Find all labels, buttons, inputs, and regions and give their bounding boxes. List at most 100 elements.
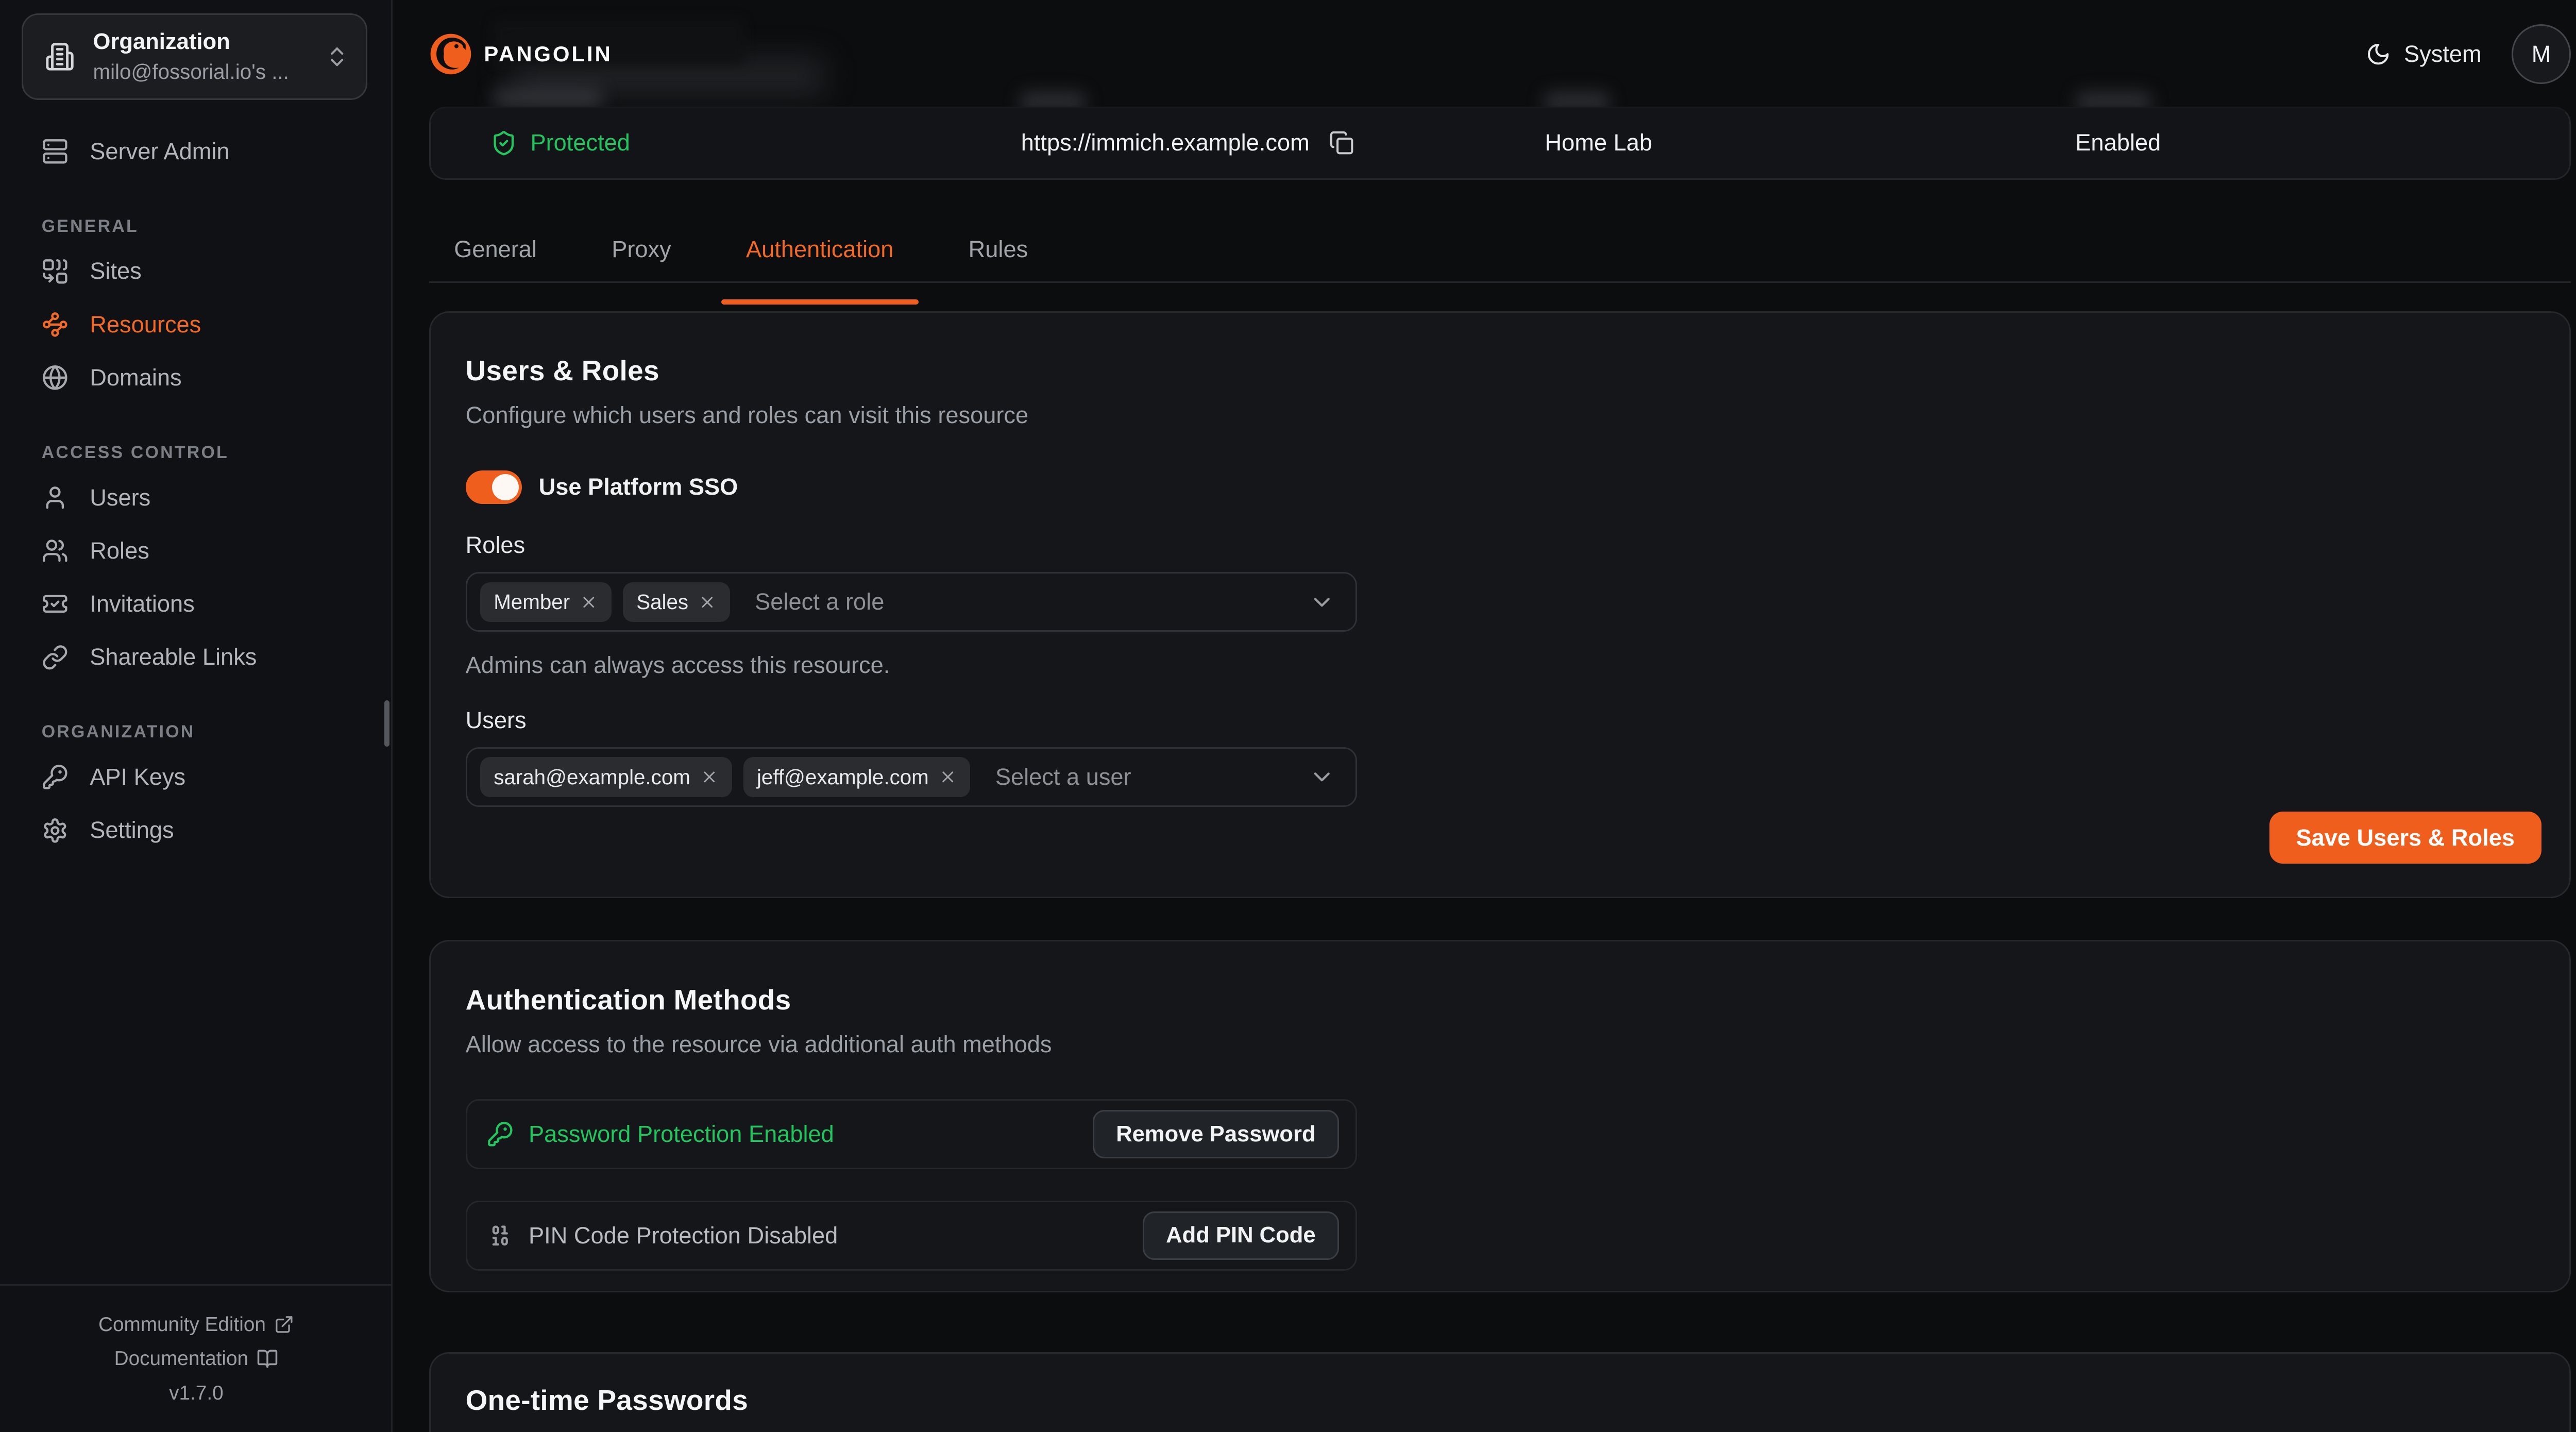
sidebar-item-label: Server Admin [90, 138, 229, 165]
topbar: PANGOLIN System M [393, 0, 2576, 108]
resource-status-card: Protected https://immich.example.com Hom… [429, 107, 2571, 180]
sidebar-item-api-keys[interactable]: API Keys [13, 752, 379, 802]
roles-placeholder: Select a role [755, 588, 884, 615]
sidebar-item-invitations[interactable]: Invitations [13, 579, 379, 629]
documentation-link[interactable]: Documentation [114, 1347, 279, 1370]
auth-method-status-text: PIN Code Protection Disabled [529, 1222, 838, 1249]
ticket-check-icon [42, 591, 69, 617]
resource-enabled-text: Enabled [2075, 129, 2161, 156]
sidebar-item-server-admin[interactable]: Server Admin [13, 126, 379, 176]
sidebar-item-settings[interactable]: Settings [13, 805, 379, 855]
auth-method-row: Password Protection Enabled Remove Passwo… [466, 1099, 1357, 1169]
role-chip-label: Sales [636, 590, 688, 614]
users-roles-title: Users & Roles [466, 354, 2535, 387]
auth-method-status: Password Protection Enabled [487, 1121, 834, 1148]
sidebar-section-heading: ACCESS CONTROL [0, 443, 393, 463]
user-chip: jeff@example.com [743, 757, 970, 797]
sidebar-item-shareable-links[interactable]: Shareable Links [13, 632, 379, 682]
waypoints-icon [42, 311, 69, 338]
sidebar-item-label: Resources [90, 311, 201, 338]
save-users-roles-button[interactable]: Save Users & Roles [2269, 812, 2541, 863]
sidebar-footer: Community Edition Documentation v1.7.0 [0, 1284, 393, 1432]
user-chip: sarah@example.com [480, 757, 732, 797]
topbar-right: System M [2366, 24, 2571, 84]
community-edition-link[interactable]: Community Edition [98, 1313, 294, 1336]
sidebar-item-label: Settings [90, 817, 174, 844]
avatar[interactable]: M [2512, 24, 2571, 84]
avatar-initial: M [2532, 41, 2551, 68]
sidebar-item-label: Shareable Links [90, 644, 257, 670]
sidebar-item-domains[interactable]: Domains [13, 353, 379, 403]
tab-general[interactable]: General [454, 225, 537, 283]
role-chip-label: Member [494, 590, 570, 614]
sidebar-section-heading: ORGANIZATION [0, 722, 393, 742]
users-roles-card: Users & Roles Configure which users and … [429, 311, 2571, 898]
roles-field-label: Roles [466, 532, 2535, 559]
brand-name: PANGOLIN [484, 42, 612, 66]
auth-method-status-text: Password Protection Enabled [529, 1121, 834, 1148]
auth-rows: Password Protection Enabled Remove Passwo… [466, 1099, 2535, 1270]
resource-url: https://immich.example.com [1021, 108, 1354, 178]
sidebar-item-label: Roles [90, 537, 149, 564]
documentation-label: Documentation [114, 1347, 248, 1370]
resource-url-text: https://immich.example.com [1021, 129, 1310, 156]
resource-site-text: Home Lab [1545, 129, 1653, 156]
otp-title: One-time Passwords [466, 1384, 2535, 1417]
chevron-down-icon [1309, 589, 1335, 616]
sidebar-item-roles[interactable]: Roles [13, 526, 379, 576]
sidebar-item-resources[interactable]: Resources [13, 299, 379, 349]
remove-user-icon[interactable] [939, 768, 957, 786]
add-pin-code-button[interactable]: Add PIN Code [1143, 1211, 1338, 1260]
org-switcher[interactable]: Organization milo@fossorial.io's ... [22, 13, 367, 100]
toggle-knob [492, 474, 519, 501]
auth-methods-description: Allow access to the resource via additio… [466, 1031, 2535, 1058]
key-round-icon [42, 764, 69, 790]
sidebar-item-users[interactable]: Users [13, 473, 379, 523]
app-window: Organization milo@fossorial.io's ... Ser… [0, 0, 2576, 1432]
tab-authentication[interactable]: Authentication [746, 225, 893, 283]
remove-role-icon[interactable] [580, 593, 598, 612]
resource-enabled: Enabled [2075, 108, 2161, 178]
tab-proxy[interactable]: Proxy [612, 225, 671, 283]
auth-methods-card: Authentication Methods Allow access to t… [429, 940, 2571, 1292]
platform-sso-toggle[interactable] [466, 470, 522, 504]
role-chip: Member [480, 582, 611, 622]
sidebar-section-heading: GENERAL [0, 216, 393, 237]
main-area: PANGOLIN System M Protected https://immi… [393, 0, 2576, 1432]
sidebar-item-label: Sites [90, 258, 141, 284]
version-label: v1.7.0 [169, 1382, 223, 1405]
tab-rules[interactable]: Rules [969, 225, 1028, 283]
resource-protected-status: Protected [490, 108, 630, 178]
remove-user-icon[interactable] [700, 768, 719, 786]
copy-icon[interactable] [1329, 130, 1354, 155]
sidebar-item-label: Domains [90, 364, 181, 391]
building-icon [45, 42, 75, 72]
community-edition-label: Community Edition [98, 1313, 266, 1336]
sso-row: Use Platform SSO [466, 470, 2535, 504]
pangolin-logo-icon [429, 32, 472, 76]
remove-password-button[interactable]: Remove Password [1093, 1110, 1338, 1158]
users-multiselect[interactable]: sarah@example.com jeff@example.com Select… [466, 747, 1357, 807]
sidebar-item-sites[interactable]: Sites [13, 246, 379, 296]
globe-icon [42, 364, 69, 391]
user-icon [42, 484, 69, 511]
user-chip-label: sarah@example.com [494, 765, 690, 789]
users-placeholder: Select a user [995, 764, 1131, 790]
sidebar: Organization milo@fossorial.io's ... Ser… [0, 0, 393, 1432]
settings-icon [42, 817, 69, 844]
roles-multiselect[interactable]: Member Sales Select a role [466, 572, 1357, 632]
role-chip: Sales [623, 582, 730, 622]
auth-method-status: PIN Code Protection Disabled [487, 1222, 838, 1249]
tab-bar: General Proxy Authentication Rules [454, 225, 1028, 283]
admins-note: Admins can always access this resource. [466, 652, 2535, 679]
protected-label: Protected [530, 129, 630, 156]
org-switcher-title: Organization [93, 29, 325, 56]
link-icon [42, 644, 69, 671]
theme-toggle[interactable]: System [2366, 41, 2482, 68]
otp-card: One-time Passwords Require email-based a… [429, 1352, 2571, 1432]
sidebar-nav: Server Admin GENERAL Sites Resources Domains… [0, 123, 393, 858]
platform-sso-label: Use Platform SSO [539, 474, 738, 500]
chevrons-up-down-icon [325, 44, 349, 69]
remove-role-icon[interactable] [698, 593, 717, 612]
sidebar-scrollbar[interactable] [384, 700, 389, 747]
